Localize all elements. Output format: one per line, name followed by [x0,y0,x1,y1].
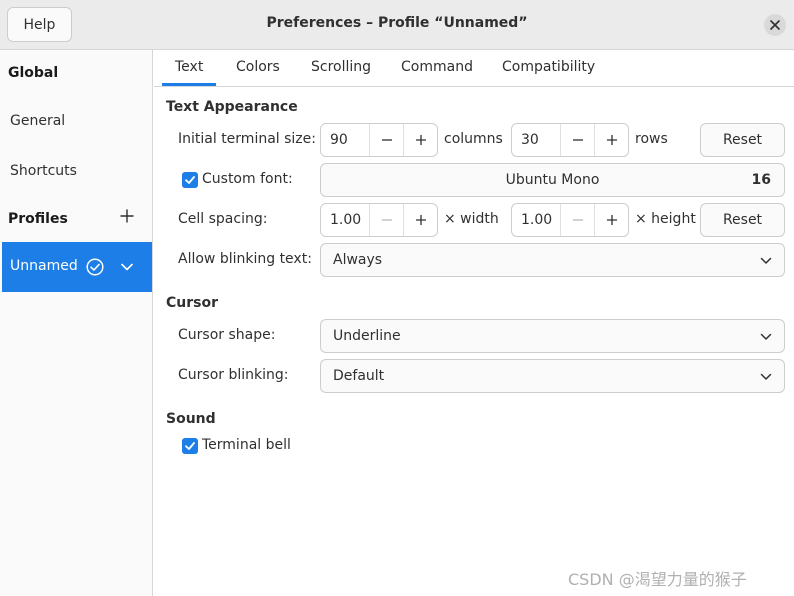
blinking-text-dropdown[interactable]: Always [320,243,785,277]
custom-font-label: Custom font: [202,171,293,187]
checkmark-icon [185,442,195,450]
cell-height-unit: × height [635,211,696,227]
close-button[interactable] [764,14,786,36]
cell-spacing-label: Cell spacing: [178,211,268,227]
chevron-down-icon [760,373,772,380]
tab-scrolling[interactable]: Scrolling [311,59,371,75]
sidebar-item-shortcuts[interactable]: Shortcuts [10,163,77,179]
add-profile-icon[interactable] [120,209,134,223]
rows-decrement-button[interactable] [560,124,594,156]
cell-width-increment-button[interactable] [403,204,437,236]
rows-unit: rows [635,131,668,147]
rows-spinbutton: 30 [511,123,629,157]
minus-icon [381,219,392,221]
sound-heading: Sound [166,411,216,427]
columns-increment-button[interactable] [403,124,437,156]
chevron-down-icon [760,333,772,340]
reset-size-button[interactable]: Reset [700,123,785,157]
close-icon [770,20,780,30]
plus-icon [606,135,617,145]
titlebar: Help Preferences – Profile “Unnamed” [0,0,794,50]
sidebar-item-profile-unnamed[interactable]: Unnamed [2,242,152,292]
cursor-shape-label: Cursor shape: [178,327,276,343]
sidebar-item-general[interactable]: General [10,113,65,129]
window-title: Preferences – Profile “Unnamed” [266,15,528,31]
cursor-blinking-dropdown[interactable]: Default [320,359,785,393]
tab-colors[interactable]: Colors [236,59,280,75]
profile-label: Unnamed [10,258,78,274]
tab-text[interactable]: Text [175,59,203,75]
font-chooser-button[interactable]: Ubuntu Mono 16 [320,163,785,197]
cursor-shape-dropdown[interactable]: Underline [320,319,785,353]
plus-icon [415,135,426,145]
cell-width-value[interactable]: 1.00 [321,204,369,236]
cursor-heading: Cursor [166,295,219,311]
cell-width-decrement-button[interactable] [369,204,403,236]
tab-compatibility[interactable]: Compatibility [502,59,595,75]
cursor-blinking-label: Cursor blinking: [178,367,289,383]
font-name: Ubuntu Mono [505,172,600,188]
default-profile-check-icon [86,258,104,276]
sidebar: Global General Shortcuts Profiles Unname… [0,50,153,596]
tab-command[interactable]: Command [401,59,473,75]
columns-unit: columns [444,131,503,147]
text-appearance-heading: Text Appearance [166,99,298,115]
cell-height-decrement-button[interactable] [560,204,594,236]
minus-icon [572,219,583,221]
active-tab-indicator [162,83,216,86]
cursor-shape-value: Underline [333,328,401,344]
chevron-down-icon [760,257,772,264]
columns-decrement-button[interactable] [369,124,403,156]
cell-width-unit: × width [444,211,499,227]
cell-height-increment-button[interactable] [594,204,628,236]
custom-font-checkbox[interactable] [182,172,198,188]
blinking-text-label: Allow blinking text: [178,251,312,267]
cell-height-value[interactable]: 1.00 [512,204,560,236]
minus-icon [381,139,392,141]
plus-icon [606,215,617,225]
blinking-text-value: Always [333,252,383,268]
initial-size-label: Initial terminal size: [178,131,316,147]
terminal-bell-checkbox[interactable] [182,438,198,454]
reset-spacing-button[interactable]: Reset [700,203,785,237]
checkmark-icon [185,176,195,184]
terminal-bell-label: Terminal bell [202,437,291,453]
cursor-blinking-value: Default [333,368,385,384]
cell-width-spinbutton: 1.00 [320,203,438,237]
minus-icon [572,139,583,141]
watermark-text: CSDN @渴望力量的猴子 [568,570,747,589]
tab-bar: Text Colors Scrolling Command Compatibil… [154,50,794,87]
font-size: 16 [751,172,771,188]
rows-increment-button[interactable] [594,124,628,156]
chevron-down-icon[interactable] [120,261,134,273]
plus-icon [415,215,426,225]
rows-value[interactable]: 30 [512,124,560,156]
cell-height-spinbutton: 1.00 [511,203,629,237]
global-heading: Global [8,65,59,81]
columns-spinbutton: 90 [320,123,438,157]
columns-value[interactable]: 90 [321,124,369,156]
profiles-heading: Profiles [8,211,68,227]
